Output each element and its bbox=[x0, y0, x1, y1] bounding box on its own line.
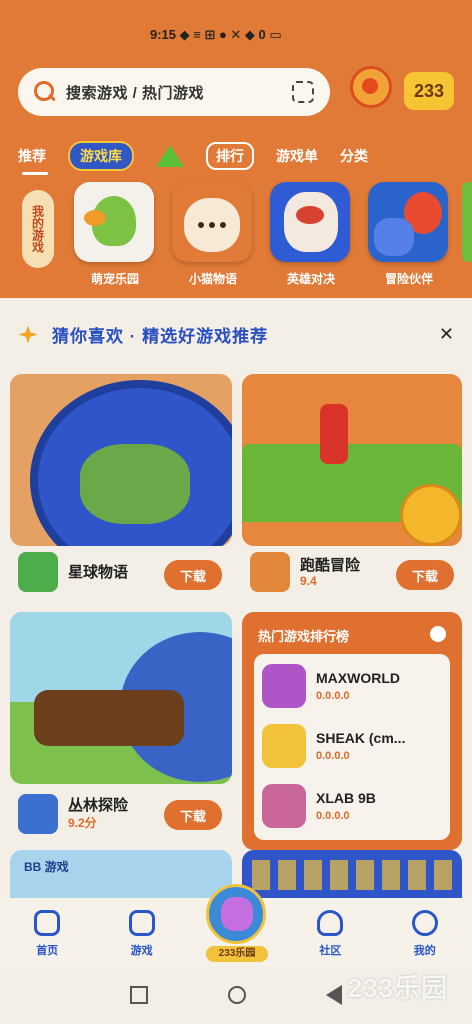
ranking-list: MAXWORLD 0.0.0.0 SHEAK (cm... 0.0.0.0 XL… bbox=[254, 654, 450, 840]
app-item[interactable]: 小猫物语 bbox=[172, 182, 254, 287]
nav-label: 社区 bbox=[319, 945, 342, 957]
banner-art bbox=[34, 690, 184, 746]
section-title: 猜你喜欢 · 精选好游戏推荐 bbox=[18, 322, 268, 347]
app-icon bbox=[368, 182, 448, 262]
back-icon[interactable] bbox=[326, 985, 342, 1005]
app-name: 冒险伙伴 bbox=[384, 272, 433, 286]
game-name: 星球物语 bbox=[68, 563, 129, 581]
game-banner[interactable] bbox=[10, 612, 232, 784]
nav-label: 首页 bbox=[36, 945, 59, 957]
app-name: 小猫物语 bbox=[188, 272, 237, 286]
game-banner-peek[interactable] bbox=[242, 850, 462, 900]
triangle-icon[interactable] bbox=[156, 145, 184, 167]
search-bar[interactable]: 搜索游戏 / 热门游戏 bbox=[18, 68, 330, 116]
game-name: MAXWORLD bbox=[316, 670, 400, 686]
game-name: XLAB 9B bbox=[316, 790, 376, 806]
game-banner[interactable] bbox=[10, 374, 232, 546]
nav-profile[interactable]: 我的 bbox=[385, 910, 465, 958]
game-banner-peek[interactable]: BB 游戏 bbox=[10, 850, 232, 900]
game-meta: 0.0.0.0 bbox=[316, 810, 350, 822]
nav-label: 我的 bbox=[413, 945, 436, 957]
game-meta: 0.0.0.0 bbox=[316, 750, 350, 762]
profile-icon bbox=[411, 910, 438, 936]
game-meta: 0.0.0.0 bbox=[316, 690, 350, 702]
home-icon bbox=[34, 910, 61, 936]
banner-art bbox=[400, 484, 462, 546]
app-item[interactable]: 萌宠乐园 bbox=[74, 182, 156, 287]
list-item[interactable]: MAXWORLD 0.0.0.0 bbox=[262, 664, 400, 708]
nav-home[interactable]: 首页 bbox=[7, 910, 87, 958]
app-row: 萌宠乐园 小猫物语 英雄对决 冒险伙伴 bbox=[74, 182, 450, 287]
game-name: SHEAK (cm... bbox=[316, 730, 406, 746]
tab-recommend[interactable]: 推荐 bbox=[18, 146, 46, 166]
game-rating: 9.4 bbox=[300, 573, 317, 588]
section-title-text: 猜你喜欢 · 精选好游戏推荐 bbox=[52, 327, 269, 346]
search-icon bbox=[34, 81, 56, 103]
game-icon bbox=[262, 664, 306, 708]
info-icon[interactable] bbox=[430, 626, 446, 642]
tab-underline bbox=[22, 172, 48, 175]
status-text: 9:15 ◆ ≡ ⊞ ● ✕ ◆ 0 ▭ bbox=[150, 27, 282, 42]
app-name: 英雄对决 bbox=[286, 272, 335, 286]
app-icon bbox=[270, 182, 350, 262]
game-icon bbox=[262, 784, 306, 828]
app-item[interactable]: 英雄对决 bbox=[270, 182, 352, 287]
download-button[interactable]: 下载 bbox=[164, 800, 222, 830]
game-icon bbox=[250, 552, 290, 592]
game-rating: 9.2分 bbox=[68, 816, 97, 830]
nav-games[interactable]: 游戏 bbox=[102, 910, 182, 958]
download-button[interactable]: 下载 bbox=[396, 560, 454, 590]
game-name: 丛林探险 bbox=[68, 797, 129, 814]
community-icon bbox=[317, 910, 344, 936]
header: 9:15 ◆ ≡ ⊞ ● ✕ ◆ 0 ▭ 搜索游戏 / 热门游戏 233 推荐 … bbox=[0, 0, 472, 298]
game-name: 跑酷冒险 bbox=[300, 556, 361, 574]
game-icon bbox=[18, 794, 58, 834]
search-placeholder: 搜索游戏 / 热门游戏 bbox=[66, 84, 205, 102]
game-info-row[interactable]: 丛林探险 9.2分 bbox=[18, 794, 128, 834]
tab-ranking[interactable]: 排行 bbox=[206, 142, 254, 170]
ranking-title: 热门游戏排行榜 bbox=[258, 629, 350, 644]
nav-community[interactable]: 社区 bbox=[290, 910, 370, 958]
status-bar: 9:15 ◆ ≡ ⊞ ● ✕ ◆ 0 ▭ bbox=[150, 22, 444, 48]
header-badge[interactable]: 233 bbox=[404, 72, 454, 110]
game-info-row[interactable]: 跑酷冒险 9.4 bbox=[250, 552, 360, 592]
list-item[interactable]: XLAB 9B 0.0.0.0 bbox=[262, 784, 376, 828]
watermark: 233乐园 bbox=[347, 973, 448, 1003]
tab-library[interactable]: 游戏库 bbox=[68, 141, 134, 171]
game-info-row[interactable]: 星球物语 bbox=[18, 552, 128, 592]
app-row-overflow[interactable] bbox=[462, 182, 472, 262]
games-icon bbox=[128, 910, 155, 936]
banner-art bbox=[320, 404, 348, 464]
sparkle-icon bbox=[18, 325, 38, 344]
close-icon[interactable]: ✕ bbox=[439, 324, 454, 345]
home-button-icon[interactable] bbox=[228, 986, 246, 1004]
center-mascot-label: 233乐园 bbox=[206, 946, 268, 962]
my-games-pill[interactable]: 我的游戏 bbox=[22, 190, 54, 268]
game-icon bbox=[262, 724, 306, 768]
app-name: 萌宠乐园 bbox=[90, 272, 139, 286]
nav-label: 游戏 bbox=[130, 945, 153, 957]
download-button[interactable]: 下载 bbox=[164, 560, 222, 590]
app-icon bbox=[172, 182, 252, 262]
app-item[interactable]: 冒险伙伴 bbox=[368, 182, 450, 287]
banner-art bbox=[80, 444, 190, 524]
game-icon bbox=[18, 552, 58, 592]
tab-playlist[interactable]: 游戏单 bbox=[276, 146, 318, 166]
tab-category[interactable]: 分类 bbox=[340, 146, 368, 166]
peek-label: BB 游戏 bbox=[24, 860, 69, 874]
scan-icon[interactable] bbox=[292, 81, 314, 103]
download-manager-icon[interactable] bbox=[350, 66, 392, 108]
game-banner[interactable] bbox=[242, 374, 462, 546]
app-icon bbox=[74, 182, 154, 262]
list-item[interactable]: SHEAK (cm... 0.0.0.0 bbox=[262, 724, 405, 768]
category-tabs: 推荐 游戏库 排行 游戏单 分类 bbox=[18, 141, 462, 171]
recent-apps-icon[interactable] bbox=[130, 986, 148, 1004]
ranking-card: 热门游戏排行榜 MAXWORLD 0.0.0.0 SHEAK (cm... 0.… bbox=[242, 612, 462, 850]
center-mascot-button[interactable] bbox=[206, 884, 266, 944]
